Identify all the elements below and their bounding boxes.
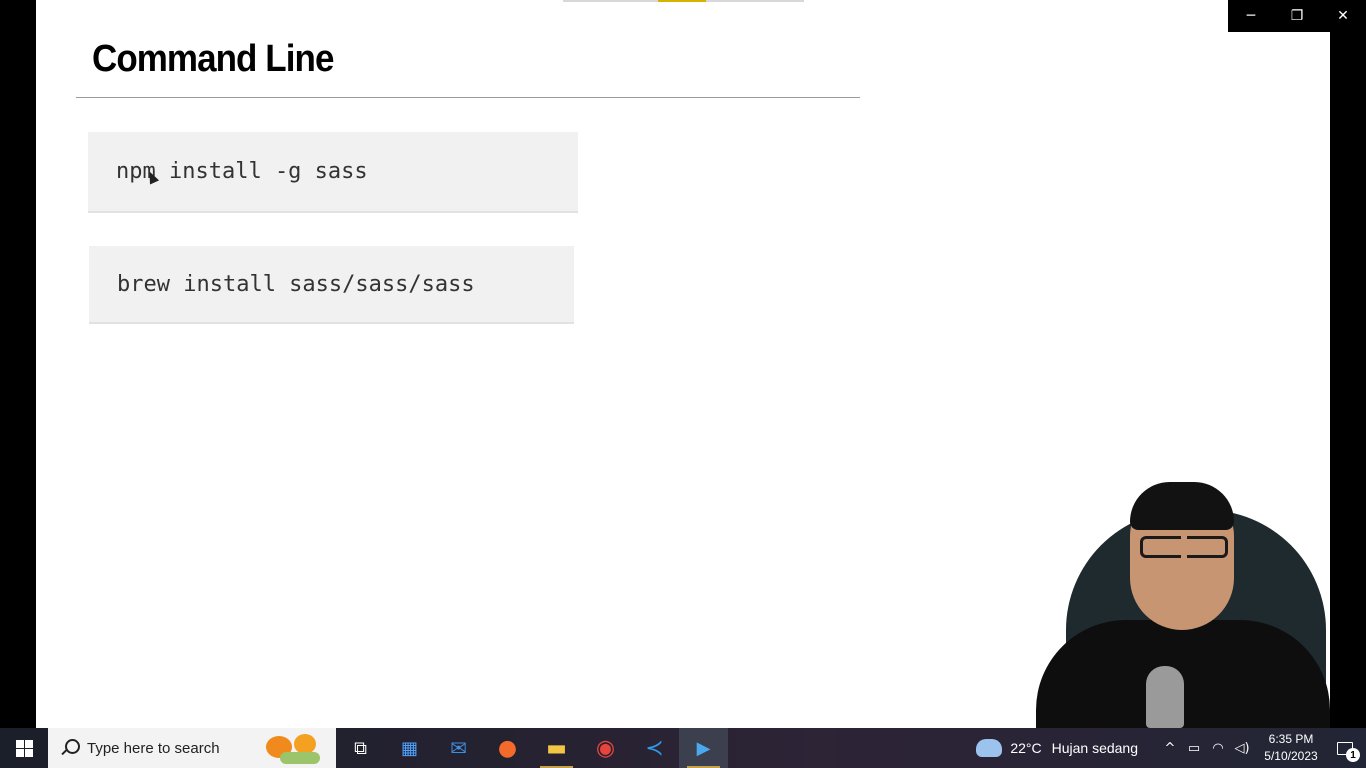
clock-time: 6:35 PM: [1268, 732, 1314, 746]
microphone: [1146, 666, 1184, 728]
wifi-icon[interactable]: ◠: [1206, 741, 1230, 756]
file-explorer-icon: ▬: [546, 735, 567, 761]
webcam-overlay: [1036, 480, 1330, 728]
notification-count-badge: 1: [1346, 748, 1360, 762]
media-player-icon: ▶: [696, 737, 711, 759]
mail-button[interactable]: ✉: [434, 728, 483, 768]
weather-condition: Hujan sedang: [1051, 740, 1138, 756]
taskbar-search-box[interactable]: Type here to search: [48, 728, 336, 768]
taskbar: Type here to search ⧉ ▦ ✉ ● ▬ ◉ ≺ ▶ 22°C…: [0, 728, 1366, 768]
weather-widget[interactable]: 22°C Hujan sedang: [976, 739, 1138, 757]
code-block-npm: npm install -g sass: [88, 132, 578, 213]
notification-center-button[interactable]: 1: [1324, 728, 1366, 768]
presenter-hair: [1130, 482, 1234, 530]
system-tray: 22°C Hujan sedang ^ ▭ ◠ ◁) 6:35 PM 5/10/…: [976, 728, 1366, 768]
vscode-icon: ≺: [645, 735, 664, 761]
volume-icon[interactable]: ◁): [1230, 741, 1254, 756]
chrome-button[interactable]: ◉: [581, 728, 630, 768]
task-view-icon: ⧉: [354, 737, 367, 759]
search-placeholder: Type here to search: [87, 739, 220, 757]
clock-date: 5/10/2023: [1264, 749, 1318, 763]
code-block-brew: brew install sass/sass/sass: [89, 246, 574, 324]
weather-temperature: 22°C: [1010, 740, 1042, 756]
slide-title: Command Line: [92, 38, 334, 80]
microsoft-store-icon: ▦: [400, 737, 418, 759]
clock[interactable]: 6:35 PM 5/10/2023: [1258, 731, 1324, 765]
search-icon: [60, 738, 80, 758]
task-view-button[interactable]: ⧉: [336, 728, 385, 768]
presenter-glasses: [1140, 536, 1228, 558]
media-player-button[interactable]: ▶: [679, 728, 728, 768]
firefox-button[interactable]: ●: [483, 728, 532, 768]
screen: Command Line npm install -g sass brew in…: [0, 0, 1366, 768]
microsoft-store-button[interactable]: ▦: [385, 728, 434, 768]
restore-button[interactable]: ❐: [1274, 0, 1320, 32]
title-divider: [76, 97, 860, 98]
firefox-icon: ●: [497, 735, 518, 761]
close-button[interactable]: ✕: [1320, 0, 1366, 32]
start-button[interactable]: [0, 728, 48, 768]
battery-icon[interactable]: ▭: [1182, 741, 1206, 756]
top-progress-accent: [658, 0, 706, 2]
vscode-button[interactable]: ≺: [630, 728, 679, 768]
search-highlight-flowers-icon: [260, 732, 330, 764]
window-controls: ─ ❐ ✕: [1228, 0, 1366, 32]
chrome-icon: ◉: [595, 735, 616, 761]
chevron-up-icon[interactable]: ^: [1158, 741, 1182, 756]
windows-logo-icon: [15, 739, 33, 757]
rain-cloud-icon: [976, 739, 1003, 757]
mail-icon: ✉: [450, 736, 467, 760]
minimize-button[interactable]: ─: [1228, 0, 1274, 32]
file-explorer-button[interactable]: ▬: [532, 728, 581, 768]
